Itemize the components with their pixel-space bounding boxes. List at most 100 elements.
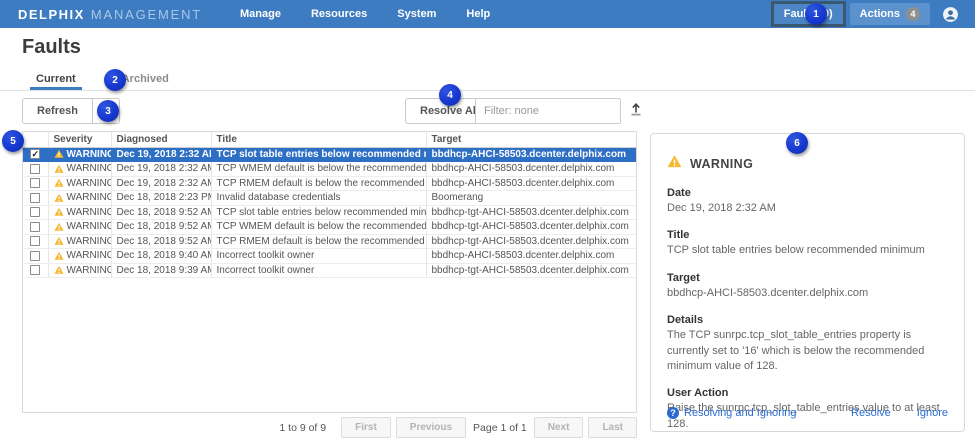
last-page-button[interactable]: Last	[588, 417, 637, 438]
user-profile-icon[interactable]	[942, 6, 959, 23]
diagnosed-cell: Dec 18, 2018 9:52 AM	[111, 205, 211, 220]
fault-table-body: ✓WARNINGDec 19, 2018 2:32 AMTCP slot tab…	[23, 147, 637, 278]
nav-item-resources[interactable]: Resources	[311, 8, 367, 20]
warning-icon	[54, 236, 64, 246]
nav-item-system[interactable]: System	[397, 8, 436, 20]
detail-details-value: The TCP sunrpc.tcp_slot_table_entries pr…	[667, 328, 948, 374]
nav-item-manage[interactable]: Manage	[240, 8, 281, 20]
callout-3: 3	[97, 100, 119, 122]
warning-icon	[54, 207, 64, 217]
refresh-button[interactable]: Refresh	[22, 98, 93, 124]
detail-target-label: Target	[667, 272, 948, 284]
target-cell: bbdhcp-AHCI-58503.dcenter.delphix.com	[426, 249, 637, 264]
table-row[interactable]: WARNINGDec 18, 2018 9:52 AMTCP RMEM defa…	[23, 234, 637, 249]
logo-secondary: MANAGEMENT	[91, 7, 202, 22]
table-row[interactable]: WARNINGDec 18, 2018 9:52 AMTCP slot tabl…	[23, 205, 637, 220]
row-checkbox[interactable]	[30, 193, 40, 203]
row-checkbox[interactable]	[30, 178, 40, 188]
diagnosed-cell: Dec 18, 2018 9:52 AM	[111, 234, 211, 249]
table-row[interactable]: WARNINGDec 19, 2018 2:32 AMTCP RMEM defa…	[23, 176, 637, 191]
target-cell: bbdhcp-AHCI-58503.dcenter.delphix.com	[426, 176, 637, 191]
column-header-checkbox[interactable]	[23, 132, 48, 147]
previous-page-button[interactable]: Previous	[396, 417, 466, 438]
result-range-text: 1 to 9 of 9	[279, 422, 326, 434]
callout-2: 2	[104, 69, 126, 91]
diagnosed-cell: Dec 18, 2018 2:23 PM	[111, 191, 211, 206]
fault-detail-panel: WARNING Date Dec 19, 2018 2:32 AM Title …	[650, 133, 965, 432]
column-header-target[interactable]: Target	[426, 132, 637, 147]
title-cell: TCP WMEM default is below the recommende…	[211, 162, 426, 177]
severity-text: WARNING	[67, 178, 112, 189]
detail-severity-text: WARNING	[690, 157, 753, 171]
help-link-label: Resolving and Ignoring	[684, 407, 797, 419]
help-question-icon: ?	[667, 407, 679, 419]
warning-icon	[667, 154, 682, 174]
severity-text: WARNING	[67, 149, 112, 160]
callout-5: 5	[2, 130, 24, 152]
logo-primary: DELPHIX	[18, 7, 85, 22]
callout-4: 4	[439, 84, 461, 106]
severity-text: WARNING	[67, 265, 112, 276]
first-page-button[interactable]: First	[341, 417, 391, 438]
column-header-title[interactable]: Title	[211, 132, 426, 147]
table-row[interactable]: WARNINGDec 18, 2018 9:40 AMIncorrect too…	[23, 249, 637, 264]
detail-date-label: Date	[667, 187, 948, 199]
row-checkbox[interactable]	[30, 164, 40, 174]
warning-icon	[54, 193, 64, 203]
page-title: Faults	[22, 36, 81, 59]
resolving-and-ignoring-link[interactable]: ? Resolving and Ignoring	[667, 407, 797, 419]
table-row[interactable]: WARNINGDec 18, 2018 9:52 AMTCP WMEM defa…	[23, 220, 637, 235]
actions-button[interactable]: Actions 4	[850, 3, 930, 25]
diagnosed-cell: Dec 19, 2018 2:32 AM	[111, 147, 211, 162]
detail-target-value: bbdhcp-AHCI-58503.dcenter.delphix.com	[667, 286, 948, 301]
title-cell: TCP WMEM default is below the recommende…	[211, 220, 426, 235]
target-cell: bbdhcp-tgt-AHCI-58503.dcenter.delphix.co…	[426, 220, 637, 235]
title-cell: Incorrect toolkit owner	[211, 263, 426, 278]
detail-footer: ? Resolving and Ignoring Resolve Ignore	[667, 407, 948, 419]
warning-icon	[54, 251, 64, 261]
column-header-severity[interactable]: Severity	[48, 132, 111, 147]
resolve-link[interactable]: Resolve	[851, 407, 891, 419]
row-checkbox[interactable]	[30, 236, 40, 246]
table-row[interactable]: WARNINGDec 19, 2018 2:32 AMTCP WMEM defa…	[23, 162, 637, 177]
warning-icon	[54, 222, 64, 232]
next-page-button[interactable]: Next	[534, 417, 584, 438]
title-cell: TCP slot table entries below recommended…	[211, 205, 426, 220]
ignore-link[interactable]: Ignore	[917, 407, 948, 419]
tab-current[interactable]: Current	[30, 70, 82, 90]
table-row[interactable]: WARNINGDec 18, 2018 9:39 AMIncorrect too…	[23, 263, 637, 278]
table-row[interactable]: ✓WARNINGDec 19, 2018 2:32 AMTCP slot tab…	[23, 147, 637, 162]
column-header-diagnosed[interactable]: Diagnosed	[111, 132, 211, 147]
detail-title-value: TCP slot table entries below recommended…	[667, 243, 948, 258]
target-cell: bbdhcp-AHCI-58503.dcenter.delphix.com	[426, 147, 637, 162]
row-checkbox[interactable]	[30, 251, 40, 261]
title-cell: TCP RMEM default is below the recommende…	[211, 234, 426, 249]
detail-user-action-label: User Action	[667, 387, 948, 399]
detail-title-label: Title	[667, 229, 948, 241]
table-header-row: SeverityDiagnosedTitleTarget	[23, 132, 637, 147]
table-row[interactable]: WARNINGDec 18, 2018 2:23 PMInvalid datab…	[23, 191, 637, 206]
faults-table: SeverityDiagnosedTitleTarget ✓WARNINGDec…	[22, 131, 637, 413]
row-checkbox[interactable]	[30, 265, 40, 275]
nav-item-help[interactable]: Help	[466, 8, 490, 20]
warning-icon	[54, 265, 64, 275]
title-cell: Incorrect toolkit owner	[211, 249, 426, 264]
severity-text: WARNING	[67, 250, 112, 261]
row-checkbox[interactable]	[30, 222, 40, 232]
title-cell: Invalid database credentials	[211, 191, 426, 206]
severity-text: WARNING	[67, 207, 112, 218]
export-icon[interactable]	[627, 101, 645, 119]
target-cell: bbdhcp-tgt-AHCI-58503.dcenter.delphix.co…	[426, 263, 637, 278]
row-checkbox[interactable]	[30, 207, 40, 217]
row-checkbox[interactable]: ✓	[30, 149, 40, 159]
callout-6: 6	[786, 132, 808, 154]
detail-date-value: Dec 19, 2018 2:32 AM	[667, 201, 948, 216]
title-cell: TCP RMEM default is below the recommende…	[211, 176, 426, 191]
warning-icon	[54, 178, 64, 188]
warning-icon	[54, 164, 64, 174]
filter-input[interactable]	[475, 98, 621, 124]
diagnosed-cell: Dec 19, 2018 2:32 AM	[111, 176, 211, 191]
diagnosed-cell: Dec 19, 2018 2:32 AM	[111, 162, 211, 177]
diagnosed-cell: Dec 18, 2018 9:40 AM	[111, 249, 211, 264]
severity-text: WARNING	[67, 236, 112, 247]
